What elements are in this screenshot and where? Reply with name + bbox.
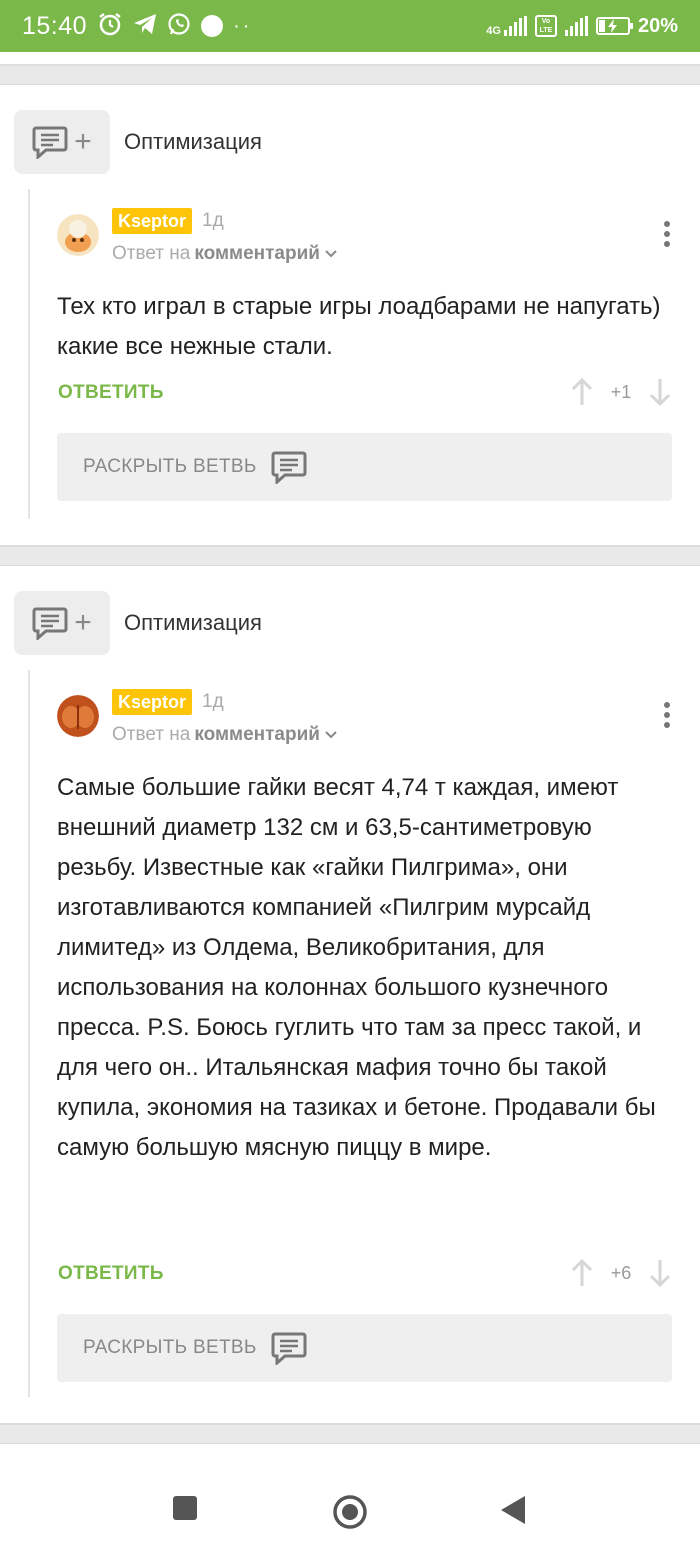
- expand-branch-button[interactable]: РАСКРЫТЬ ВЕТВЬ: [57, 433, 672, 501]
- downvote-arrow-icon[interactable]: [648, 377, 672, 407]
- more-options-icon[interactable]: [662, 221, 672, 247]
- comment: Kseptor 1д Ответ на комментарий Тех кто …: [57, 85, 672, 548]
- clock: 15:40: [22, 11, 88, 40]
- recents-square-icon[interactable]: [172, 1495, 198, 1521]
- signal-icon: 4G: [486, 16, 527, 37]
- comment-time: 1д: [202, 210, 224, 231]
- home-circle-icon[interactable]: [332, 1494, 368, 1530]
- previous-card-edge: [0, 52, 700, 66]
- comment-icon: [271, 1332, 307, 1365]
- signal-icon: [564, 16, 588, 36]
- comment-rating: +6: [610, 1262, 632, 1283]
- battery-icon: [595, 17, 633, 35]
- expand-branch-button[interactable]: РАСКРЫТЬ ВЕТВЬ: [57, 1314, 672, 1382]
- reply-button[interactable]: ОТВЕТИТЬ: [58, 1263, 164, 1285]
- reply-to-link[interactable]: Ответ на комментарий: [112, 243, 338, 265]
- comment-rating: +1: [610, 381, 632, 402]
- expand-branch-label: РАСКРЫТЬ ВЕТВЬ: [83, 456, 257, 477]
- username-badge[interactable]: Kseptor: [112, 208, 193, 234]
- comment-thread-card: + Оптимизация Kseptor 1д Ответ на коммен…: [0, 565, 700, 1425]
- comment: Kseptor 1д Ответ на комментарий Самые бо…: [57, 566, 672, 1426]
- upvote-arrow-icon[interactable]: [570, 377, 594, 407]
- reply-target: комментарий: [194, 243, 320, 264]
- system-nav-bar: [0, 1470, 700, 1556]
- username-badge[interactable]: Kseptor: [112, 689, 193, 715]
- expand-branch-label: РАСКРЫТЬ ВЕТВЬ: [83, 1337, 257, 1358]
- reply-prefix: Ответ на: [112, 243, 191, 264]
- comment-meta: Kseptor 1д: [112, 689, 224, 715]
- battery-percent: 20%: [637, 14, 678, 37]
- upvote-arrow-icon[interactable]: [570, 1258, 594, 1288]
- comment-time: 1д: [202, 691, 224, 712]
- downvote-arrow-icon[interactable]: [648, 1258, 672, 1288]
- vote-controls: +1: [570, 377, 672, 407]
- reply-target: комментарий: [194, 724, 320, 745]
- reply-to-link[interactable]: Ответ на комментарий: [112, 724, 338, 746]
- chevron-down-icon: [325, 250, 337, 258]
- volte-icon: Vo LTE: [534, 15, 557, 37]
- vote-controls: +6: [570, 1258, 672, 1288]
- notification-dot-icon: [201, 15, 224, 37]
- telegram-icon: [133, 13, 157, 40]
- back-triangle-icon[interactable]: [500, 1495, 526, 1525]
- comment-text: Самые большие гайки весят 4,74 т каждая,…: [57, 774, 656, 1161]
- status-bar: 15:40 ·· 4G Vo LTE 20%: [0, 0, 700, 52]
- avatar[interactable]: [57, 214, 99, 256]
- comment-thread-card: + Оптимизация Kseptor 1д Ответ на коммен…: [0, 84, 700, 547]
- thread-line: [28, 189, 30, 519]
- comment-icon: [271, 451, 307, 484]
- reply-prefix: Ответ на: [112, 724, 191, 745]
- reply-button[interactable]: ОТВЕТИТЬ: [58, 382, 164, 404]
- more-dots-icon: ··: [233, 14, 253, 37]
- avatar[interactable]: [57, 695, 99, 737]
- alarm-icon: [97, 11, 123, 42]
- whatsapp-icon: [167, 12, 191, 41]
- comment-text: Тех кто играл в старые игры лоадбарами н…: [57, 293, 661, 360]
- thread-line: [28, 670, 30, 1397]
- comment-meta: Kseptor 1д: [112, 208, 224, 234]
- chevron-down-icon: [325, 731, 337, 739]
- more-options-icon[interactable]: [662, 702, 672, 728]
